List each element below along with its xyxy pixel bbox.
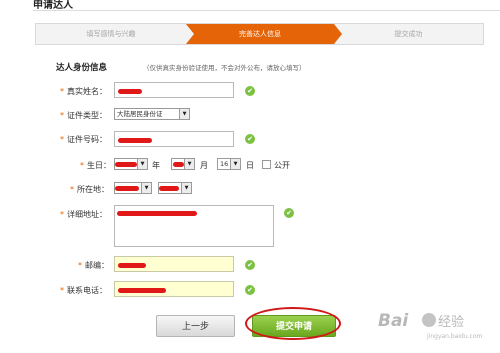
required-star: * <box>60 135 64 144</box>
city-select[interactable]: ▼ <box>158 182 192 194</box>
id-type-select[interactable]: 大陆居民身份证 ▼ <box>114 108 190 120</box>
postcode-input[interactable] <box>114 256 234 272</box>
check-circle-icon: ✔ <box>284 208 294 218</box>
birth-day-select[interactable]: 16 ▼ <box>217 158 241 170</box>
redaction-scribble <box>118 89 142 94</box>
step-fill-interests: 填写感情与兴趣 <box>86 30 136 38</box>
dropdown-arrow-icon: ▼ <box>184 159 194 169</box>
required-star: * <box>70 185 74 194</box>
birthday-label: * 生日： <box>80 161 111 170</box>
required-star: * <box>60 87 64 96</box>
redaction-scribble <box>115 186 139 191</box>
watermark-url: jingyan.baidu.com <box>427 333 483 340</box>
previous-step-button[interactable]: 上一步 <box>156 315 235 337</box>
id-number-label: * 证件号码： <box>60 135 107 144</box>
redaction-scribble <box>117 211 197 216</box>
section-title: 达人身份信息 <box>56 63 108 73</box>
location-label: * 所在地： <box>70 185 109 194</box>
birthday-public-label: 公开 <box>274 161 290 170</box>
real-name-label: * 真实姓名： <box>60 87 107 96</box>
postcode-label: * 邮编： <box>78 261 109 270</box>
birthday-public-checkbox[interactable] <box>262 160 271 169</box>
step-submitted: 提交成功 <box>394 30 423 38</box>
redaction-scribble <box>115 162 137 167</box>
check-circle-icon: ✔ <box>245 285 255 295</box>
redaction-scribble <box>118 138 152 143</box>
birth-day-value: 16 <box>220 160 229 168</box>
section-note: （仅供真实身份验证使用，不会对外公布，请放心填写） <box>143 64 306 72</box>
check-circle-icon: ✔ <box>245 86 255 96</box>
birth-year-select[interactable]: ▼ <box>114 158 148 170</box>
baidu-watermark-logo: Bai <box>378 311 409 331</box>
required-star: * <box>60 286 64 295</box>
step-arrow-icon <box>334 24 342 44</box>
id-number-input[interactable] <box>114 131 234 147</box>
redaction-scribble <box>118 263 146 268</box>
paw-icon <box>422 313 436 327</box>
step-arrow-icon <box>186 24 194 44</box>
watermark-suffix: 经验 <box>438 315 465 330</box>
check-circle-icon: ✔ <box>245 260 255 270</box>
year-unit: 年 <box>152 161 160 170</box>
required-star: * <box>60 210 64 219</box>
dropdown-arrow-icon: ▼ <box>181 183 191 193</box>
redaction-scribble <box>118 288 166 293</box>
phone-input[interactable] <box>114 281 234 297</box>
required-star: * <box>60 111 64 120</box>
month-unit: 月 <box>200 161 208 170</box>
dropdown-arrow-icon: ▼ <box>137 159 147 169</box>
birth-month-select[interactable]: ▼ <box>171 158 195 170</box>
address-label: * 详细地址： <box>60 210 107 219</box>
required-star: * <box>80 161 84 170</box>
step-complete-info: 完善达人信息 <box>186 24 334 44</box>
id-type-value: 大陆居民身份证 <box>117 110 163 118</box>
address-textarea[interactable] <box>114 205 274 247</box>
step-progress-bar: 填写感情与兴趣 完善达人信息 提交成功 <box>35 23 484 45</box>
province-select[interactable]: ▼ <box>114 182 152 194</box>
check-circle-icon: ✔ <box>245 134 255 144</box>
dropdown-arrow-icon: ▼ <box>179 109 189 119</box>
redaction-scribble <box>173 162 184 167</box>
dropdown-arrow-icon: ▼ <box>141 183 151 193</box>
title-divider <box>33 10 500 11</box>
id-type-label: * 证件类型： <box>60 111 107 120</box>
day-unit: 日 <box>246 161 254 170</box>
required-star: * <box>78 261 82 270</box>
dropdown-arrow-icon: ▼ <box>230 159 240 169</box>
redaction-scribble <box>159 186 179 191</box>
annotation-circle <box>245 307 341 340</box>
phone-label: * 联系电话： <box>60 286 107 295</box>
real-name-input[interactable] <box>114 82 234 98</box>
